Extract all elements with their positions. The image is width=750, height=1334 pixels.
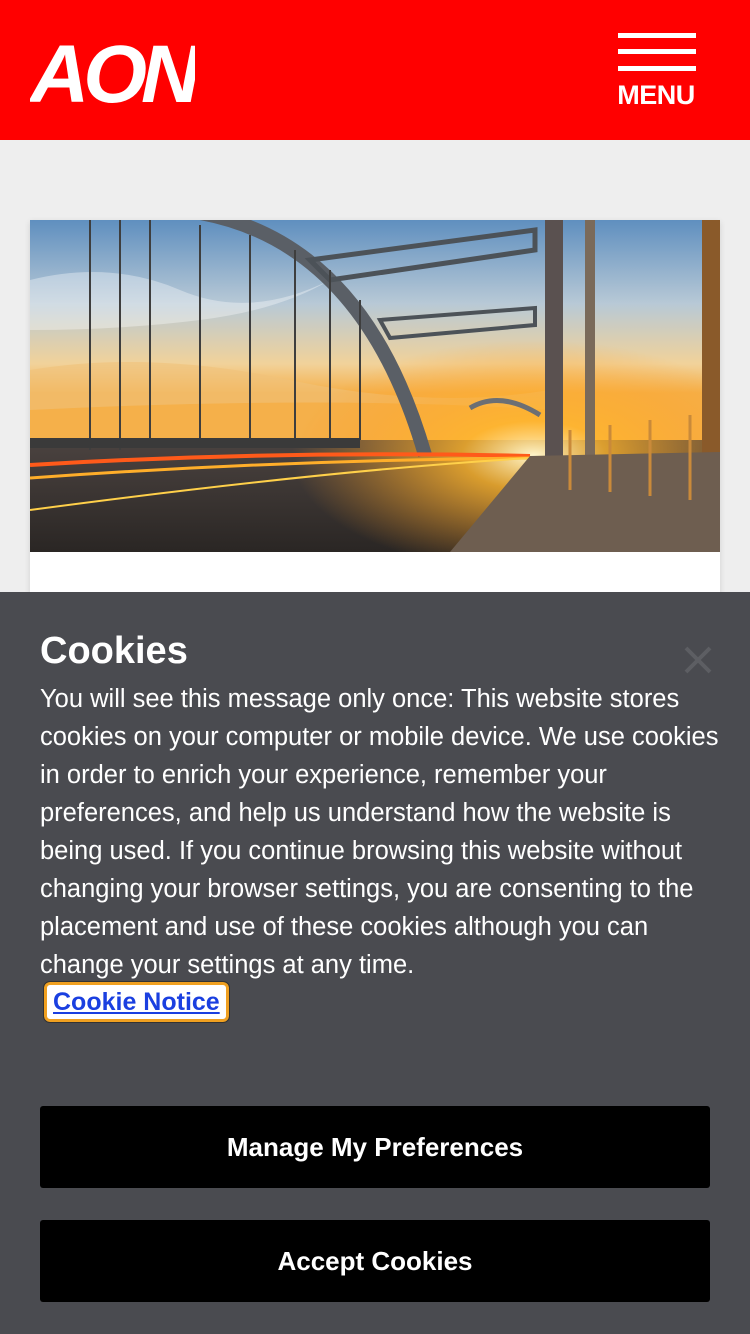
cookie-title: Cookies [40,630,188,672]
accept-cookies-button[interactable]: Accept Cookies [40,1220,710,1302]
hero-image [30,220,720,552]
cookie-message: You will see this message only once: Thi… [40,685,719,979]
hero-card [30,220,720,640]
cookie-banner: Cookies You will see this message only o… [0,592,750,1334]
menu-button[interactable]: MENU [606,28,706,114]
aon-logo[interactable]: AON [28,28,208,120]
cookie-notice-link[interactable]: Cookie Notice [43,981,230,1023]
svg-text:AON: AON [30,29,195,108]
site-header: AON MENU [0,0,750,140]
manage-preferences-button[interactable]: Manage My Preferences [40,1106,710,1188]
menu-label: MENU [617,80,695,110]
hamburger-icon [618,33,696,71]
close-icon[interactable] [680,642,716,678]
